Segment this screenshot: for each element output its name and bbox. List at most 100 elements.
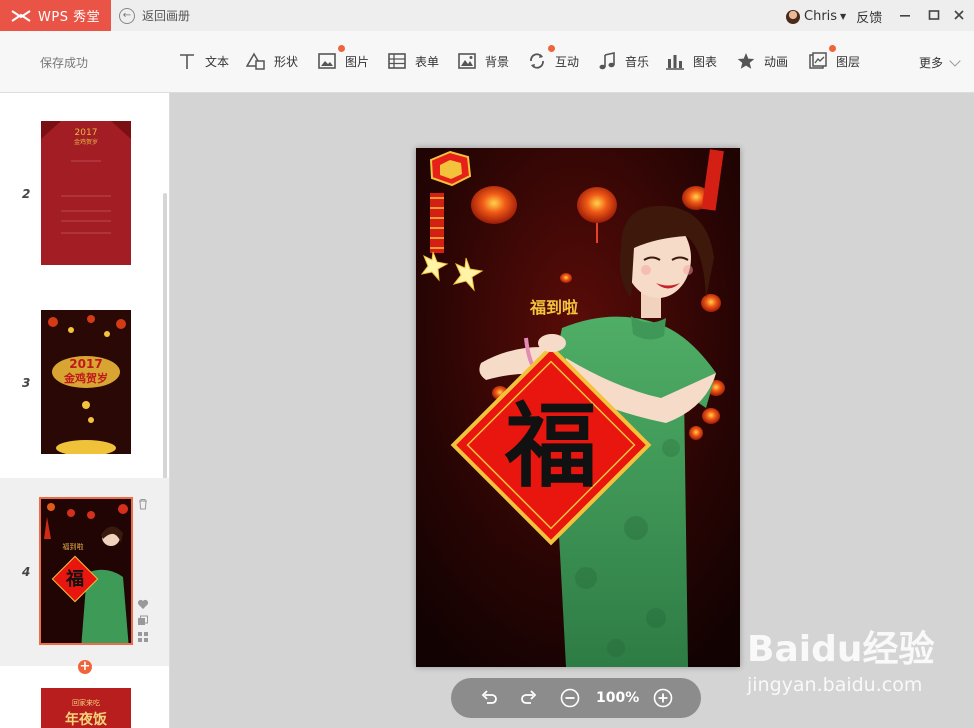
new-badge-dot	[338, 45, 345, 52]
zoom-out-button[interactable]	[560, 688, 580, 708]
tool-label: 音乐	[625, 54, 650, 69]
svg-text:2017: 2017	[69, 357, 102, 371]
tool-label: 表单	[415, 54, 440, 69]
zoom-in-button[interactable]	[653, 688, 673, 708]
image-tool-button[interactable]: 图片	[317, 45, 370, 71]
tool-label: 互动	[555, 54, 580, 69]
redo-button[interactable]	[519, 688, 539, 708]
slide-thumbnail-active[interactable]: 福到啦 福	[39, 497, 133, 645]
text-tool-button[interactable]: 文本	[177, 51, 229, 71]
text-icon	[177, 51, 197, 71]
slide-number: 4	[22, 565, 31, 579]
grid-view-button[interactable]	[137, 631, 149, 646]
minus-circle-icon	[560, 688, 580, 708]
layer-icon	[808, 45, 836, 71]
poster-slide[interactable]: 福到啦 福	[416, 148, 740, 667]
trash-icon	[139, 499, 147, 510]
maximize-button[interactable]	[924, 6, 944, 24]
layer-tool-button[interactable]: 图层	[808, 45, 861, 71]
back-arrow-icon: ←	[119, 7, 135, 24]
svg-text:福到啦: 福到啦	[63, 542, 84, 551]
shape-icon	[246, 51, 266, 71]
chevron-down-icon	[949, 54, 961, 67]
svg-text:年夜饭: 年夜饭	[65, 711, 108, 728]
more-label: 更多	[919, 56, 944, 70]
minimize-button[interactable]	[895, 6, 915, 24]
slide-thumbnail[interactable]: 2017 金鸡贺岁	[41, 121, 131, 265]
music-icon	[597, 51, 617, 71]
zoom-level: 100%	[596, 690, 640, 706]
music-tool-button[interactable]: 音乐	[597, 51, 649, 71]
app-badge[interactable]: WPS 秀堂	[0, 0, 111, 31]
delete-slide-button[interactable]	[137, 498, 149, 513]
maximize-icon	[928, 10, 940, 20]
poster-caption: 福到啦	[529, 298, 578, 317]
slide-preview: 2017 金鸡贺岁	[41, 310, 131, 454]
svg-text:金鸡贺岁: 金鸡贺岁	[63, 371, 108, 385]
chart-tool-button[interactable]: 图表	[665, 51, 717, 71]
baidu-watermark: Baidu经验 jingyan.baidu.com	[747, 620, 934, 696]
back-to-album-button[interactable]: ← 返回画册	[119, 7, 190, 24]
user-menu[interactable]: Chris ▼ 反馈	[786, 7, 882, 26]
svg-text:福: 福	[65, 568, 84, 590]
slide-thumbnail-row-active[interactable]: 4 福到啦 福	[0, 478, 169, 666]
tool-label: 图层	[836, 54, 861, 69]
feedback-link[interactable]: 反馈	[856, 7, 882, 26]
background-icon	[457, 51, 477, 71]
svg-text:2017: 2017	[75, 128, 98, 138]
slide-preview: 福到啦 福	[41, 499, 131, 643]
interaction-tool-button[interactable]: 互动	[527, 45, 580, 71]
grid-icon	[138, 632, 148, 642]
tool-label: 形状	[274, 54, 299, 69]
tool-label: 动画	[764, 54, 789, 69]
redo-icon	[521, 690, 537, 704]
image-icon	[317, 45, 345, 71]
slide-thumbnail[interactable]: 回家来吃 年夜饭	[41, 688, 131, 728]
back-label: 返回画册	[142, 9, 191, 23]
tool-label: 背景	[485, 54, 510, 69]
slide-thumbnail-row[interactable]: 回家来吃 年夜饭	[0, 688, 169, 728]
slide-number: 2	[22, 187, 31, 201]
slide-thumbnail[interactable]: 2017 金鸡贺岁	[41, 310, 131, 454]
slide-panel: 2 2017 金鸡贺岁 3 2017 金鸡贺岁 4 福到啦 福 + 回家来吃 年…	[0, 93, 170, 728]
plus-circle-icon	[653, 688, 673, 708]
star-icon	[736, 51, 756, 71]
new-badge-dot	[829, 45, 836, 52]
form-tool-button[interactable]: 表单	[387, 51, 439, 71]
add-slide-button[interactable]: +	[78, 660, 92, 674]
close-icon	[954, 10, 964, 20]
thumb-title: 金鸡贺岁	[74, 138, 98, 146]
slide-thumbnail-row[interactable]: 2 2017 金鸡贺岁	[0, 121, 169, 265]
tool-label: 文本	[205, 54, 230, 69]
form-icon	[387, 51, 407, 71]
heart-icon	[137, 599, 149, 609]
poster-artwork: 福到啦 福	[416, 148, 740, 667]
tool-label: 图片	[345, 54, 370, 69]
save-status: 保存成功	[40, 56, 89, 70]
caret-down-icon: ▼	[840, 12, 847, 21]
shape-tool-button[interactable]: 形状	[246, 51, 298, 71]
user-name: Chris	[804, 9, 838, 24]
watermark-url: jingyan.baidu.com	[747, 674, 923, 696]
undo-icon	[481, 690, 497, 704]
undo-button[interactable]	[479, 688, 499, 708]
more-menu-button[interactable]: 更多	[919, 54, 961, 71]
fu-character: 福	[504, 392, 597, 500]
tool-label: 图表	[693, 54, 718, 69]
animation-tool-button[interactable]: 动画	[736, 51, 788, 71]
favorite-slide-button[interactable]	[137, 598, 149, 613]
minimize-icon	[900, 15, 910, 17]
toolbar: 保存成功 文本 形状 图片 表单 背景 互动 音乐 图表 动画 图层 更多	[0, 31, 974, 93]
background-tool-button[interactable]: 背景	[457, 51, 509, 71]
svg-text:回家来吃: 回家来吃	[72, 698, 100, 707]
wps-logo-icon	[11, 9, 31, 22]
slide-number: 3	[22, 376, 31, 390]
copy-slide-button[interactable]	[137, 615, 149, 630]
close-button[interactable]	[949, 6, 969, 24]
chart-icon	[665, 51, 685, 71]
interaction-icon	[527, 45, 555, 71]
new-badge-dot	[548, 45, 555, 52]
slide-thumbnail-row[interactable]: 3 2017 金鸡贺岁	[0, 310, 169, 454]
app-name: WPS 秀堂	[38, 10, 101, 25]
zoom-controls: 100%	[451, 678, 701, 718]
